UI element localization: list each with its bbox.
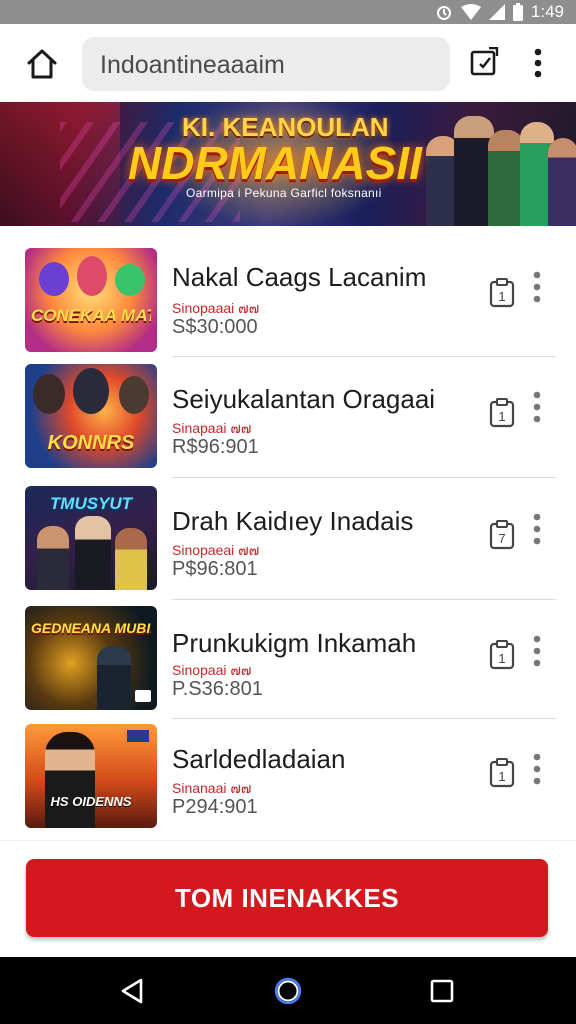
svg-text:7: 7: [498, 531, 505, 546]
item-thumbnail: CONEKAA MATAN: [25, 248, 157, 352]
recents-icon: [430, 979, 454, 1003]
system-nav-bar: [0, 957, 576, 1024]
battery-icon: [512, 3, 523, 21]
item-menu-icon[interactable]: [530, 390, 544, 424]
svg-text:1: 1: [498, 409, 505, 424]
tab-switcher-button[interactable]: [466, 44, 502, 80]
thumbnail-label: GEDNEANA MUBIENS: [31, 620, 151, 636]
list-item[interactable]: GEDNEANA MUBIENS Prunkukigm Inkamah Sino…: [0, 600, 576, 720]
list-item[interactable]: HS OIDENNS Sarldedladaian Sinanaai ๗๗ P2…: [0, 718, 576, 838]
svg-text:1: 1: [498, 651, 505, 666]
banner-headline-main: NDRMANASII: [128, 137, 422, 189]
item-thumbnail: TMUSYUT: [25, 486, 157, 590]
thumbnail-label: KONNRS: [47, 432, 135, 454]
alarm-icon: [436, 6, 451, 20]
clipboard-icon[interactable]: 1: [489, 640, 515, 670]
item-thumbnail: HS OIDENNS: [25, 724, 157, 828]
overflow-menu-button[interactable]: [524, 44, 552, 82]
signal-icon: [488, 4, 505, 20]
nav-back-button[interactable]: [116, 975, 148, 1007]
banner-characters: [426, 110, 576, 226]
list-item[interactable]: KONNRS Seiyukalantan Oragaai Sinapaai ๗๗…: [0, 356, 576, 478]
browser-toolbar: Indoantineaaaim: [0, 24, 576, 102]
primary-action-button[interactable]: TOM INENAKKES: [26, 859, 548, 937]
home-circle-icon: [274, 977, 302, 1005]
item-price: P$96:801: [172, 558, 258, 580]
item-price: S$30:000: [172, 316, 258, 338]
wifi-icon: [460, 4, 481, 20]
item-title: Seiyukalantan Oragaai: [172, 384, 436, 414]
svg-text:1: 1: [498, 769, 505, 784]
back-icon: [121, 978, 143, 1004]
banner-tagline: Oarmipa i Pekuna Garficl foksnanıi: [186, 186, 382, 200]
thumbnail-label: TMUSYUT: [49, 494, 133, 513]
nav-recents-button[interactable]: [426, 975, 458, 1007]
item-title: Drah Kaidıey Inadais: [172, 506, 414, 536]
item-thumbnail: KONNRS: [25, 364, 157, 468]
clipboard-icon[interactable]: 1: [489, 278, 515, 308]
item-menu-icon[interactable]: [530, 752, 544, 786]
overflow-menu-icon: [534, 48, 542, 78]
status-bar: 1:49: [0, 0, 576, 24]
home-icon: [27, 49, 57, 79]
tab-switch-icon: [470, 47, 499, 76]
status-time: 1:49: [530, 2, 564, 21]
item-menu-icon[interactable]: [530, 270, 544, 304]
list-item[interactable]: CONEKAA MATAN Nakal Caags Lacanim Sinopa…: [0, 236, 576, 357]
url-bar[interactable]: Indoantineaaaim: [82, 37, 450, 91]
home-button[interactable]: [22, 46, 62, 82]
item-title: Prunkukigm Inkamah: [172, 628, 417, 658]
svg-text:1: 1: [498, 289, 505, 304]
item-price: P294:901: [172, 796, 258, 818]
item-price: P.S36:801: [172, 678, 263, 700]
thumbnail-label: CONEKAA MATAN: [31, 306, 151, 325]
item-price: R$96:901: [172, 436, 259, 458]
url-text: Indoantineaaaim: [100, 51, 285, 79]
list-item[interactable]: TMUSYUT Drah Kaidıey Inadais Sinopaeai ๗…: [0, 478, 576, 600]
thumbnail-label: HS OIDENNS: [50, 794, 132, 809]
item-title: Sarldedladaian: [172, 744, 346, 774]
item-title: Nakal Caags Lacanim: [172, 262, 427, 292]
item-menu-icon[interactable]: [530, 512, 544, 546]
item-thumbnail: GEDNEANA MUBIENS: [25, 606, 157, 710]
clipboard-icon[interactable]: 7: [489, 520, 515, 550]
nav-home-button[interactable]: [272, 975, 304, 1007]
clipboard-icon[interactable]: 1: [489, 758, 515, 788]
item-menu-icon[interactable]: [530, 634, 544, 668]
clipboard-icon[interactable]: 1: [489, 398, 515, 428]
bottom-action-area: TOM INENAKKES: [0, 840, 576, 957]
